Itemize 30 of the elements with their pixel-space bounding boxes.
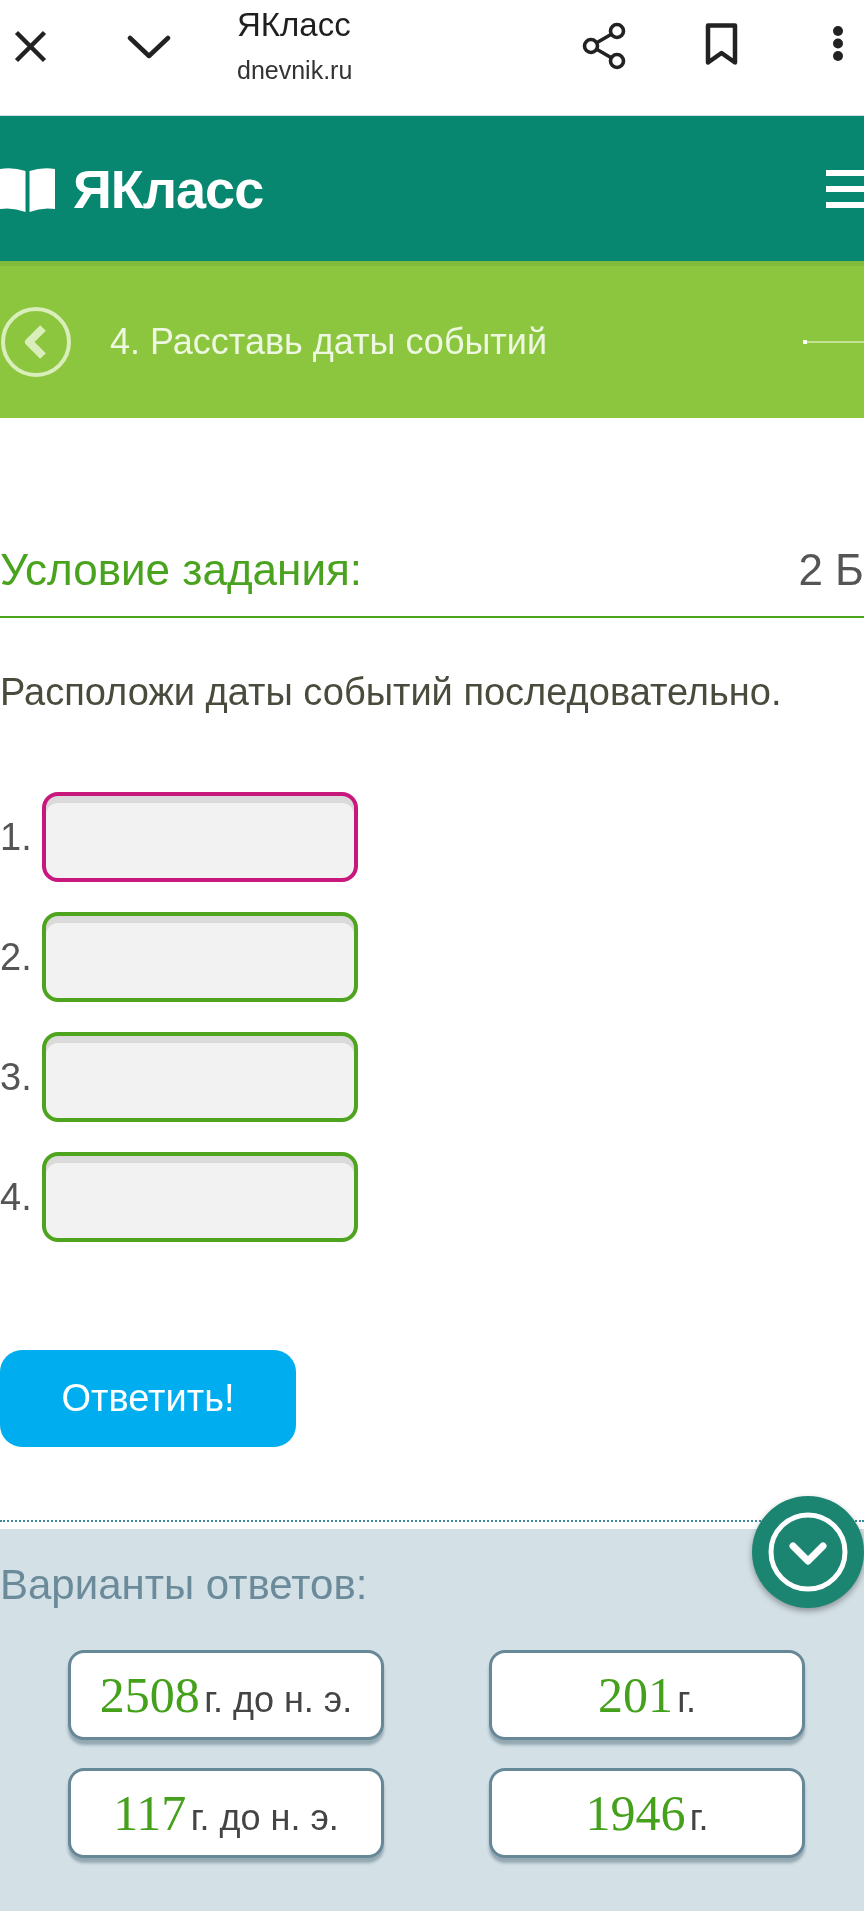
options-heading: Варианты ответов:: [0, 1560, 369, 1610]
more-options-icon[interactable]: [832, 25, 844, 62]
chevron-down-icon[interactable]: [127, 35, 171, 59]
scroll-down-button[interactable]: [752, 1496, 864, 1608]
instruction-text: Расположи даты событий последовательно.: [0, 670, 783, 715]
answer-slot-field[interactable]: [42, 792, 358, 882]
section-heading: Условие задания:: [0, 544, 362, 596]
menu-icon[interactable]: [826, 168, 864, 209]
answer-option[interactable]: 1946 г.: [489, 1768, 805, 1858]
points-label: 2 Б: [798, 544, 864, 596]
circled-chevron-down-icon: [768, 1512, 848, 1592]
slot-number: 2.: [0, 935, 33, 980]
answer-option[interactable]: 2508 г. до н. э.: [68, 1650, 384, 1740]
logo-text[interactable]: ЯКласс: [73, 161, 264, 216]
progress-track: [803, 339, 864, 345]
answer-option[interactable]: 201 г.: [489, 1650, 805, 1740]
task-title: 4. Расставь даты событий: [110, 320, 548, 364]
open-book-icon: [0, 165, 55, 212]
answer-option[interactable]: 117 г. до н. э.: [68, 1768, 384, 1858]
answer-slot-field[interactable]: [42, 1032, 358, 1122]
share-icon[interactable]: [582, 22, 626, 70]
slot-number: 3.: [0, 1055, 33, 1100]
close-icon[interactable]: [14, 30, 47, 63]
bookmark-icon[interactable]: [705, 23, 738, 66]
slot-number: 4.: [0, 1175, 33, 1220]
slot-number: 1.: [0, 815, 33, 860]
page-url: dnevnik.ru: [237, 56, 353, 84]
answer-slot-field[interactable]: [42, 912, 358, 1002]
answer-slot-field[interactable]: [42, 1152, 358, 1242]
page-title: ЯКласс: [237, 6, 351, 44]
